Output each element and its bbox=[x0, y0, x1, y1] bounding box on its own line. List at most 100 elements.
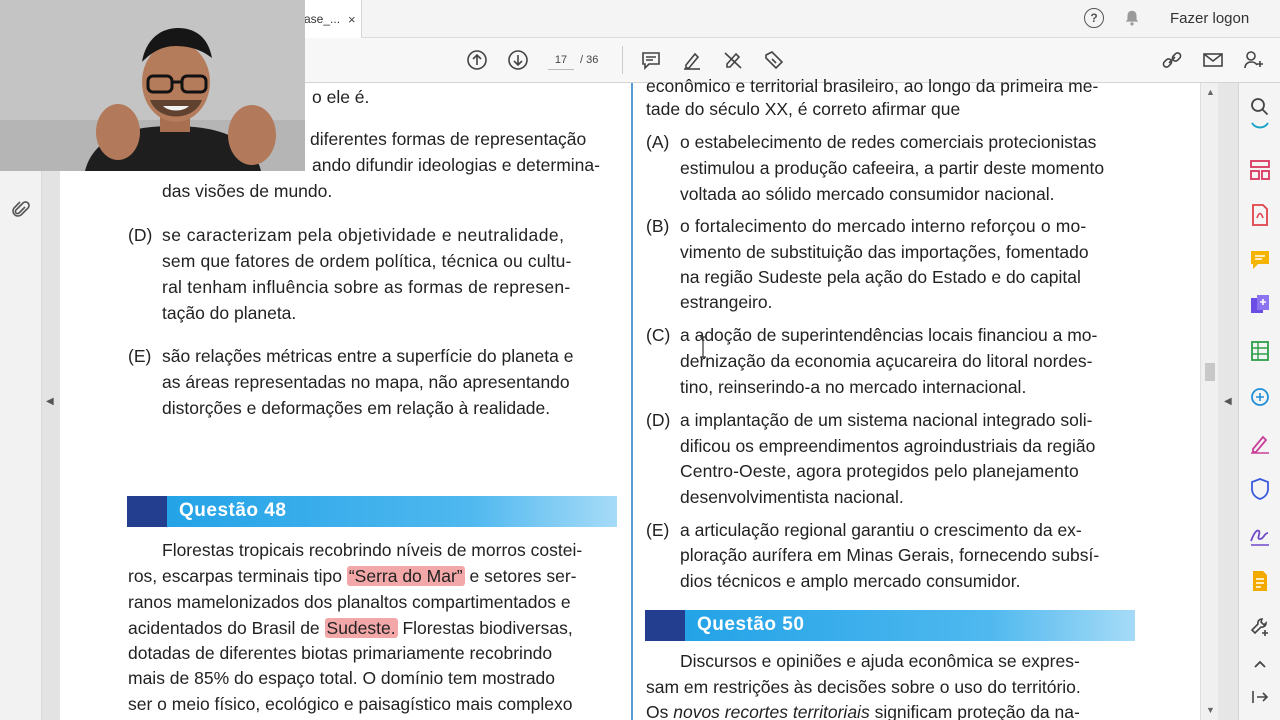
highlight-pen-icon[interactable] bbox=[681, 49, 703, 71]
highlighted-text[interactable]: “Serra do Mar” bbox=[346, 566, 465, 586]
question-48-title: Questão 48 bbox=[179, 500, 287, 521]
option-label: (D) bbox=[646, 410, 671, 430]
question-50-title: Questão 50 bbox=[697, 614, 805, 635]
pdf-reader-window: ase_... × ? Fazer logon 17 / 36 ◀ o ele … bbox=[0, 0, 1280, 720]
text-line: distorções e deformações em relação à re… bbox=[162, 398, 551, 418]
text-line: mais de 85% do espaço total. O domínio t… bbox=[128, 668, 556, 688]
text-line: na região Sudeste pela ação do Estado e … bbox=[680, 267, 1081, 287]
text-line: a implantação de um sistema nacional int… bbox=[680, 410, 1093, 430]
scroll-down-icon[interactable]: ▼ bbox=[1206, 705, 1215, 715]
bell-icon[interactable] bbox=[1123, 9, 1141, 27]
question-48-banner: Questão 48 bbox=[127, 496, 617, 527]
text-line: as áreas representadas no mapa, não apre… bbox=[162, 372, 570, 392]
clear-annotation-icon[interactable] bbox=[722, 49, 744, 71]
text-span: Florestas biodiversas, bbox=[397, 618, 573, 638]
text-span: ros, escarpas terminais tipo bbox=[128, 566, 347, 586]
login-button[interactable]: Fazer logon bbox=[1170, 10, 1249, 27]
protect-icon[interactable] bbox=[1248, 477, 1272, 501]
collapse-left-icon[interactable]: ◀ bbox=[46, 396, 54, 407]
option-label: (A) bbox=[646, 132, 670, 152]
text-span: acidentados do Brasil de bbox=[128, 618, 325, 638]
text-line: vimento de substituição das importações,… bbox=[680, 242, 1089, 262]
text-line: dernização da economia açucareira do lit… bbox=[680, 351, 1093, 371]
text-line: Os novos recortes territoriais significa… bbox=[646, 702, 1080, 720]
text-line: ros, escarpas terminais tipo “Serra do M… bbox=[128, 566, 576, 587]
scroll-up-icon[interactable]: ▲ bbox=[1206, 87, 1215, 97]
text-line: o ele é. bbox=[312, 87, 370, 107]
comment-icon[interactable] bbox=[640, 49, 662, 71]
scan-ocr-icon[interactable] bbox=[1248, 385, 1272, 409]
option-label: (B) bbox=[646, 216, 670, 236]
toolbar-divider bbox=[622, 46, 623, 74]
document-tab[interactable]: ase_... × bbox=[300, 0, 362, 38]
prepare-form-icon[interactable] bbox=[1248, 569, 1272, 593]
create-pdf-icon[interactable] bbox=[1248, 203, 1272, 227]
webcam-overlay bbox=[0, 0, 305, 171]
option-label: (E) bbox=[646, 520, 670, 540]
question-50-banner: Questão 50 bbox=[645, 610, 1135, 641]
text-line: ral tenham influência sobre as formas de… bbox=[162, 277, 571, 297]
text-line: voltada ao sólido mercado consumidor nac… bbox=[680, 184, 1055, 204]
italic-text: novos recortes territoriais bbox=[673, 702, 870, 720]
text-span: e setores ser- bbox=[464, 566, 577, 586]
comment-tool-icon[interactable] bbox=[1248, 248, 1272, 272]
text-line: a articulação regional garantiu o cresci… bbox=[680, 520, 1082, 540]
help-icon[interactable]: ? bbox=[1084, 8, 1104, 28]
page-number-input[interactable]: 17 bbox=[548, 50, 574, 70]
email-icon[interactable] bbox=[1202, 49, 1224, 71]
text-line: sam em restrições às decisões sobre o us… bbox=[646, 677, 1081, 697]
send-for-signature-icon[interactable] bbox=[1248, 523, 1272, 547]
highlighted-text[interactable]: Sudeste. bbox=[324, 618, 398, 638]
text-line: o estabelecimento de redes comerciais pr… bbox=[680, 132, 1097, 152]
left-navigation-rail bbox=[0, 83, 42, 720]
previous-page-icon[interactable] bbox=[466, 49, 488, 71]
sign-icon[interactable] bbox=[763, 49, 785, 71]
presenter-image bbox=[0, 0, 305, 171]
export-excel-icon[interactable] bbox=[1248, 339, 1272, 363]
text-line: dotadas de diferentes biotas primariamen… bbox=[128, 643, 553, 663]
add-user-icon[interactable] bbox=[1243, 49, 1265, 71]
text-line: sem que fatores de ordem política, técni… bbox=[162, 251, 572, 271]
text-line: desenvolvimentista nacional. bbox=[680, 487, 904, 507]
collapse-tools-icon[interactable] bbox=[1248, 685, 1272, 709]
vertical-scrollbar[interactable]: ▲ ▼ bbox=[1200, 83, 1218, 720]
share-link-icon[interactable] bbox=[1161, 49, 1183, 71]
option-label: (E) bbox=[128, 346, 152, 366]
text-line: o fortalecimento do mercado interno refo… bbox=[680, 216, 1087, 236]
fill-sign-icon[interactable] bbox=[1248, 431, 1272, 455]
banner-block bbox=[127, 496, 167, 527]
chevron-up-icon[interactable] bbox=[1248, 653, 1272, 677]
text-line: são relações métricas entre a superfície… bbox=[162, 346, 574, 366]
option-label: (C) bbox=[646, 325, 671, 345]
combine-files-icon[interactable] bbox=[1248, 293, 1272, 317]
attachment-icon[interactable] bbox=[10, 199, 32, 221]
text-line: ser o meio físico, ecológico e paisagíst… bbox=[128, 694, 573, 714]
export-pdf-icon[interactable] bbox=[1248, 121, 1272, 133]
more-tools-icon[interactable] bbox=[1248, 615, 1272, 639]
text-line: Florestas tropicais recobrindo níveis de… bbox=[162, 540, 583, 560]
text-line: estimulou a produção cafeeira, a partir … bbox=[680, 158, 1105, 178]
text-line: Discursos e opiniões e ajuda econômica s… bbox=[680, 651, 1080, 671]
text-line: diferentes formas de representação bbox=[310, 129, 587, 149]
organize-pages-icon[interactable] bbox=[1248, 158, 1272, 182]
text-line: Centro-Oeste, agora protegidos pelo plan… bbox=[680, 461, 1079, 481]
scrollbar-thumb[interactable] bbox=[1205, 363, 1215, 381]
banner-block bbox=[645, 610, 685, 641]
collapse-right-icon[interactable]: ◀ bbox=[1224, 396, 1232, 407]
text-line: a adoção de superintendências locais fin… bbox=[680, 325, 1098, 345]
text-cursor-icon bbox=[700, 336, 706, 358]
text-line: econômico e territorial brasileiro, ao l… bbox=[646, 76, 1099, 96]
text-line: se caracterizam pela objetividade e neut… bbox=[162, 225, 565, 245]
text-line: das visões de mundo. bbox=[162, 181, 333, 201]
tools-panel bbox=[1238, 83, 1280, 720]
text-line: estrangeiro. bbox=[680, 292, 773, 312]
zoom-search-icon[interactable] bbox=[1248, 95, 1272, 119]
text-span: Os bbox=[646, 702, 674, 720]
text-line: ploração aurífera em Minas Gerais, forne… bbox=[680, 545, 1100, 565]
text-line: tação do planeta. bbox=[162, 303, 297, 323]
text-line: dificou os empreendimentos agroindustria… bbox=[680, 436, 1096, 456]
tab-close-icon[interactable]: × bbox=[348, 12, 356, 27]
column-divider bbox=[631, 83, 633, 720]
next-page-icon[interactable] bbox=[507, 49, 529, 71]
tab-label: ase_... bbox=[304, 12, 341, 26]
